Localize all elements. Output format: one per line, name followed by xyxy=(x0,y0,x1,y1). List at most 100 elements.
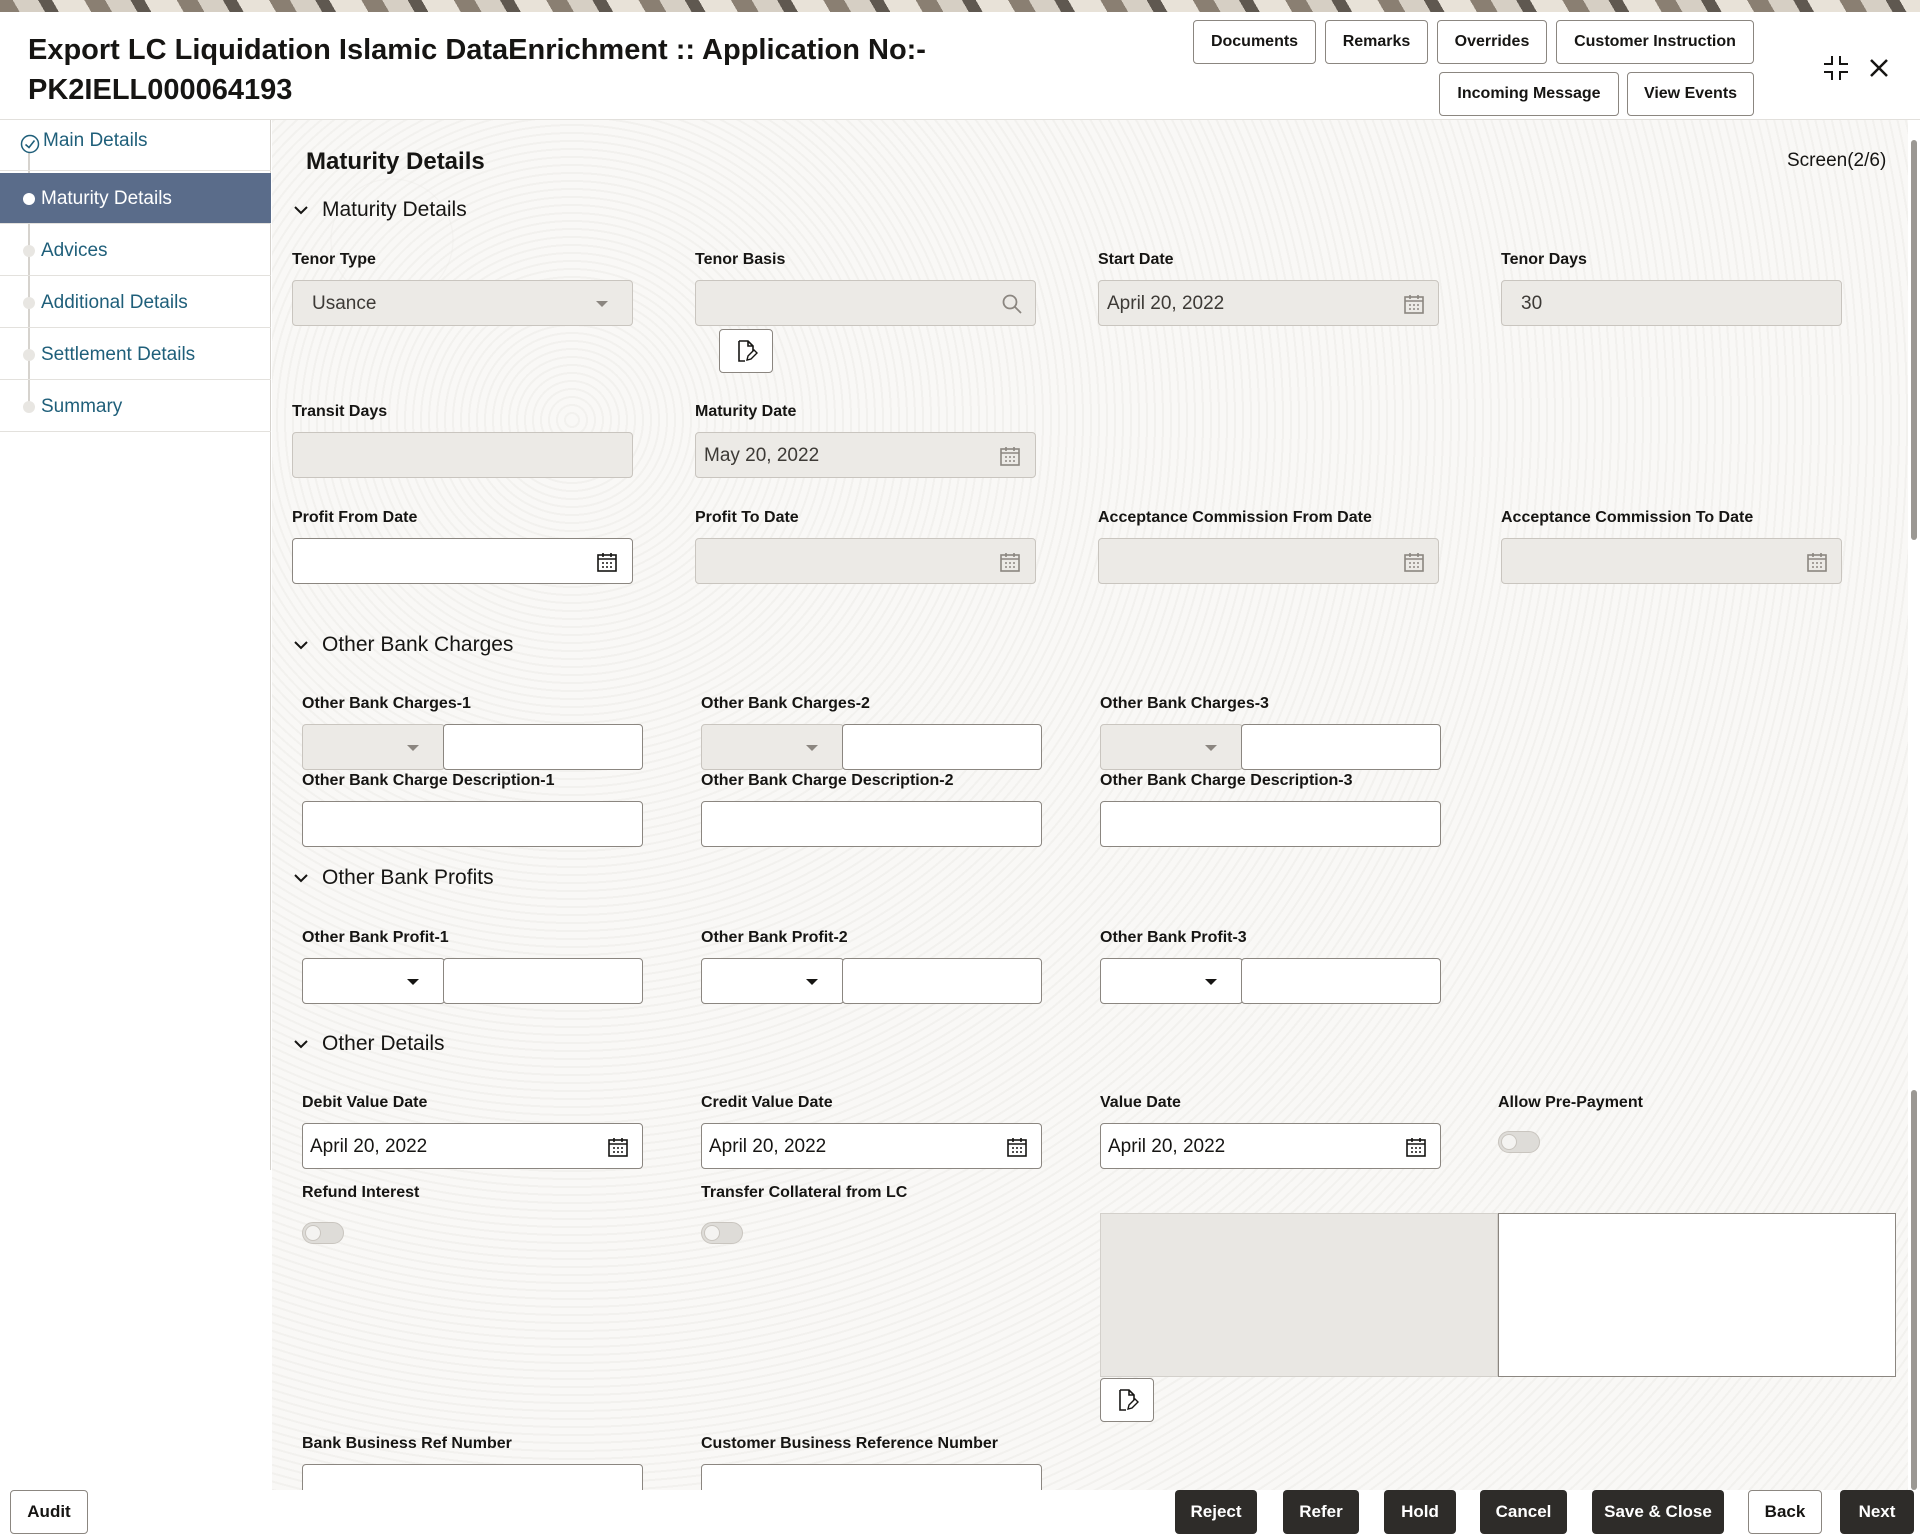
calendar-icon[interactable] xyxy=(1404,1135,1428,1159)
calendar-icon[interactable] xyxy=(595,550,619,574)
document-edit-icon xyxy=(1119,1389,1139,1411)
sidebar-navigation: Main Details Maturity Details Advices Ad… xyxy=(0,120,271,1170)
value-date-input[interactable]: April 20, 2022 xyxy=(1100,1123,1441,1169)
sidebar-item-main-details[interactable]: Main Details xyxy=(0,120,271,171)
other-bank-profit-1-label: Other Bank Profit-1 xyxy=(302,929,449,946)
other-bank-profit-3-input[interactable] xyxy=(1241,958,1441,1004)
refer-button[interactable]: Refer xyxy=(1283,1490,1359,1534)
other-bank-charges-1-currency-select[interactable] xyxy=(302,724,445,770)
section-header-maturity-details[interactable]: Maturity Details xyxy=(292,198,467,222)
text-area-edit-button[interactable] xyxy=(1100,1378,1154,1422)
minimize-icon[interactable] xyxy=(1819,51,1853,85)
transit-days-input[interactable] xyxy=(292,432,633,478)
sidebar-item-label: Advices xyxy=(41,240,108,261)
sidebar-item-summary[interactable]: Summary xyxy=(0,381,271,432)
other-bank-profit-1-select[interactable] xyxy=(302,958,445,1004)
chevron-down-icon xyxy=(294,874,308,883)
other-bank-charges-2-amount-input[interactable] xyxy=(842,724,1042,770)
incoming-message-button[interactable]: Incoming Message xyxy=(1439,72,1619,116)
other-bank-charge-description-2-input[interactable] xyxy=(701,801,1042,847)
customer-instruction-button[interactable]: Customer Instruction xyxy=(1556,20,1754,64)
other-bank-profit-3-select[interactable] xyxy=(1100,958,1243,1004)
vertical-scrollbar[interactable] xyxy=(1908,130,1920,1490)
calendar-icon[interactable] xyxy=(998,550,1022,574)
refund-interest-toggle[interactable] xyxy=(302,1222,344,1244)
start-date-input[interactable]: April 20, 2022 xyxy=(1098,280,1439,326)
calendar-icon[interactable] xyxy=(998,444,1022,468)
calendar-icon[interactable] xyxy=(1005,1135,1029,1159)
close-icon[interactable] xyxy=(1862,51,1896,85)
sidebar-item-additional-details[interactable]: Additional Details xyxy=(0,277,271,328)
bank-business-ref-number-input[interactable] xyxy=(302,1464,643,1492)
maturity-date-input[interactable]: May 20, 2022 xyxy=(695,432,1036,478)
tenor-basis-input[interactable] xyxy=(695,280,1036,326)
other-bank-charges-2-currency-select[interactable] xyxy=(701,724,844,770)
view-events-button[interactable]: View Events xyxy=(1627,72,1754,116)
chevron-down-icon xyxy=(294,206,308,215)
documents-button[interactable]: Documents xyxy=(1193,20,1316,64)
allow-pre-payment-toggle[interactable] xyxy=(1498,1131,1540,1153)
step-dot-icon xyxy=(23,401,35,413)
other-bank-profit-2-select[interactable] xyxy=(701,958,844,1004)
application-window: Export LC Liquidation Islamic DataEnrich… xyxy=(0,12,1920,1540)
calendar-icon[interactable] xyxy=(1805,550,1829,574)
remarks-button[interactable]: Remarks xyxy=(1325,20,1428,64)
audit-button[interactable]: Audit xyxy=(10,1490,88,1534)
reject-button[interactable]: Reject xyxy=(1175,1490,1257,1534)
cancel-button[interactable]: Cancel xyxy=(1480,1490,1567,1534)
calendar-icon[interactable] xyxy=(1402,550,1426,574)
other-bank-charge-description-1-input[interactable] xyxy=(302,801,643,847)
other-bank-profit-1-input[interactable] xyxy=(443,958,643,1004)
transfer-collateral-label: Transfer Collateral from LC xyxy=(701,1184,908,1201)
maturity-date-label: Maturity Date xyxy=(695,403,797,420)
debit-value-date-value: April 20, 2022 xyxy=(310,1136,428,1157)
section-header-other-bank-charges[interactable]: Other Bank Charges xyxy=(292,633,513,657)
profit-to-date-label: Profit To Date xyxy=(695,509,799,526)
section-title: Other Bank Profits xyxy=(322,866,494,889)
save-and-close-button[interactable]: Save & Close xyxy=(1592,1490,1724,1534)
sidebar-item-label: Main Details xyxy=(43,130,148,151)
other-bank-charge-description-3-input[interactable] xyxy=(1100,801,1441,847)
sidebar-item-settlement-details[interactable]: Settlement Details xyxy=(0,329,271,380)
transfer-collateral-toggle[interactable] xyxy=(701,1222,743,1244)
hold-button[interactable]: Hold xyxy=(1384,1490,1456,1534)
other-bank-charges-3-currency-select[interactable] xyxy=(1100,724,1243,770)
sidebar-item-label: Maturity Details xyxy=(41,188,172,209)
tenor-type-value: Usance xyxy=(312,293,377,314)
acceptance-commission-to-date-input[interactable] xyxy=(1501,538,1842,584)
debit-value-date-input[interactable]: April 20, 2022 xyxy=(302,1123,643,1169)
chevron-down-icon xyxy=(294,641,308,650)
overrides-button[interactable]: Overrides xyxy=(1437,20,1547,64)
back-button[interactable]: Back xyxy=(1748,1490,1822,1534)
tenor-basis-edit-button[interactable] xyxy=(719,329,773,373)
other-bank-charges-3-label: Other Bank Charges-3 xyxy=(1100,695,1269,712)
profit-from-date-input[interactable] xyxy=(292,538,633,584)
calendar-icon[interactable] xyxy=(606,1135,630,1159)
profit-to-date-input[interactable] xyxy=(695,538,1036,584)
next-button[interactable]: Next xyxy=(1840,1490,1914,1534)
value-date-value: April 20, 2022 xyxy=(1108,1136,1226,1157)
customer-business-reference-number-input[interactable] xyxy=(701,1464,1042,1492)
other-bank-profit-2-input[interactable] xyxy=(842,958,1042,1004)
other-bank-charges-3-amount-input[interactable] xyxy=(1241,724,1441,770)
toggle-knob xyxy=(704,1225,720,1241)
sidebar-item-label: Settlement Details xyxy=(41,344,196,365)
toggle-knob xyxy=(305,1225,321,1241)
sidebar-item-advices[interactable]: Advices xyxy=(0,225,271,276)
acceptance-commission-from-date-input[interactable] xyxy=(1098,538,1439,584)
other-bank-charges-1-amount-input[interactable] xyxy=(443,724,643,770)
refund-interest-label: Refund Interest xyxy=(302,1184,420,1201)
text-area[interactable] xyxy=(1498,1213,1896,1377)
scrollbar-thumb[interactable] xyxy=(1911,1090,1917,1490)
sidebar-item-maturity-details[interactable]: Maturity Details xyxy=(0,173,271,224)
start-date-value: April 20, 2022 xyxy=(1107,293,1225,314)
tenor-days-input[interactable]: 30 xyxy=(1501,280,1842,326)
section-header-other-bank-profits[interactable]: Other Bank Profits xyxy=(292,866,494,890)
tenor-type-select[interactable]: Usance xyxy=(292,280,633,326)
calendar-icon[interactable] xyxy=(1402,292,1426,316)
section-header-other-details[interactable]: Other Details xyxy=(292,1032,445,1056)
credit-value-date-input[interactable]: April 20, 2022 xyxy=(701,1123,1042,1169)
sidebar-item-label: Additional Details xyxy=(41,292,188,313)
scrollbar-thumb[interactable] xyxy=(1911,140,1917,540)
search-icon[interactable] xyxy=(1000,292,1024,316)
